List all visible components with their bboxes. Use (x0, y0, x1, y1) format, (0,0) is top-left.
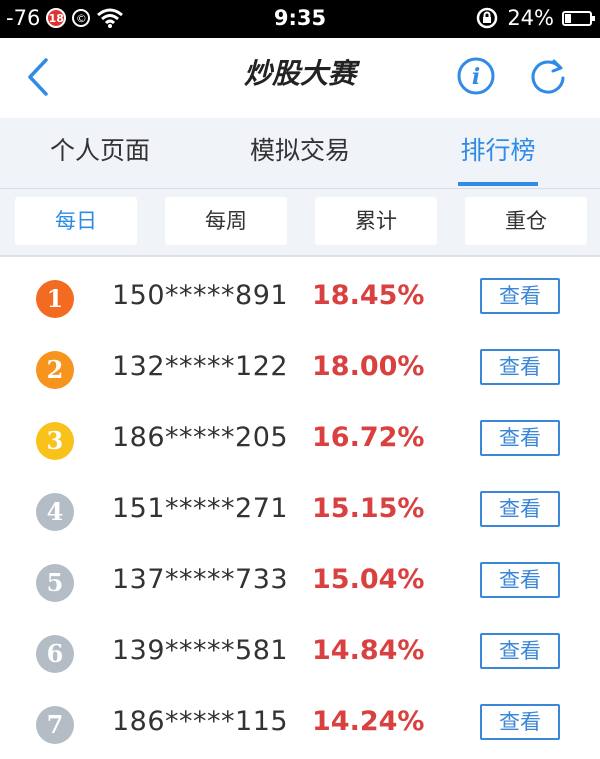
user-phone: 186*****115 (112, 706, 289, 737)
refresh-button[interactable] (528, 56, 568, 96)
view-button[interactable]: 查看 (480, 278, 560, 314)
table-row: 1 150*****891 18.45% 查看 (0, 262, 600, 333)
battery-icon (562, 10, 595, 26)
subtab-weekly[interactable]: 每周 (165, 197, 287, 245)
table-row: 6 139*****581 14.84% 查看 (0, 617, 600, 688)
return-percentage: 18.45% (312, 280, 425, 311)
user-phone: 186*****205 (112, 422, 289, 453)
rank-badge: 6 (36, 635, 74, 673)
subtab-heavy-position[interactable]: 重仓 (465, 197, 587, 245)
view-button[interactable]: 查看 (480, 491, 560, 527)
status-right: 24% (475, 6, 595, 30)
rank-badge: 3 (36, 422, 74, 460)
subtab-cumulative[interactable]: 累计 (315, 197, 437, 245)
tab-simulated-trading[interactable]: 模拟交易 (200, 118, 400, 188)
return-percentage: 15.15% (312, 493, 425, 524)
view-button[interactable]: 查看 (480, 633, 560, 669)
period-filter: 每日 每周 累计 重仓 (0, 189, 600, 257)
subtab-daily[interactable]: 每日 (15, 197, 137, 245)
main-tabs: 个人页面 模拟交易 排行榜 (0, 118, 600, 189)
info-button[interactable]: i (456, 56, 496, 96)
return-percentage: 16.72% (312, 422, 425, 453)
rank-badge: 4 (36, 493, 74, 531)
return-percentage: 15.04% (312, 564, 425, 595)
navigation-bar: 炒股大赛 i (0, 38, 600, 119)
view-button[interactable]: 查看 (480, 562, 560, 598)
page-title: 炒股大赛 (243, 57, 356, 90)
refresh-icon (531, 59, 565, 94)
user-phone: 132*****122 (112, 351, 289, 382)
table-row: 5 137*****733 15.04% 查看 (0, 546, 600, 617)
tab-personal-page[interactable]: 个人页面 (0, 118, 200, 188)
user-phone: 150*****891 (112, 280, 289, 311)
table-row: 7 186*****115 14.24% 查看 (0, 688, 600, 759)
rank-badge: 7 (36, 706, 74, 744)
rotation-lock-icon (477, 7, 498, 29)
info-icon-glyph: i (472, 64, 480, 90)
active-tab-indicator (458, 182, 538, 186)
table-row: 4 151*****271 15.15% 查看 (0, 475, 600, 546)
view-button[interactable]: 查看 (480, 420, 560, 456)
table-row: 3 186*****205 16.72% 查看 (0, 404, 600, 475)
rank-badge: 2 (36, 351, 74, 389)
info-icon: i (457, 57, 495, 95)
tab-leaderboard[interactable]: 排行榜 (398, 118, 598, 188)
rank-badge: 5 (36, 564, 74, 602)
table-row: 2 132*****122 18.00% 查看 (0, 333, 600, 404)
return-percentage: 18.00% (312, 351, 425, 382)
user-phone: 151*****271 (112, 493, 289, 524)
user-phone: 139*****581 (112, 635, 289, 666)
rank-badge: 1 (36, 280, 74, 318)
battery-percentage: 24% (507, 6, 554, 30)
user-phone: 137*****733 (112, 564, 289, 595)
view-button[interactable]: 查看 (480, 704, 560, 740)
return-percentage: 14.24% (312, 706, 425, 737)
status-bar: -76 18 © 9:35 24% (0, 0, 600, 38)
view-button[interactable]: 查看 (480, 349, 560, 385)
return-percentage: 14.84% (312, 635, 425, 666)
